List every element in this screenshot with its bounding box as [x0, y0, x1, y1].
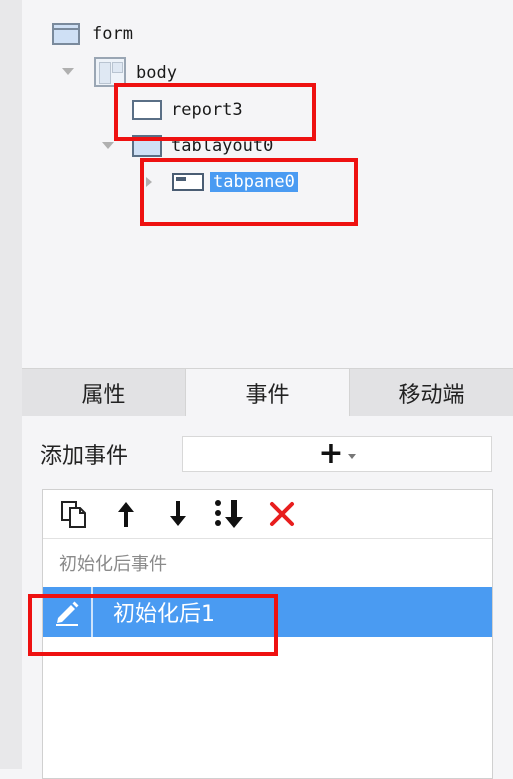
move-to-bottom-icon: [215, 500, 243, 528]
tab-properties[interactable]: 属性: [22, 369, 186, 417]
tree-node-label: body: [136, 63, 177, 83]
widget-tree: form body report3 tablayout0 tabpane0: [22, 0, 513, 368]
delete-button[interactable]: [263, 495, 301, 533]
highlight-box-event: [28, 594, 278, 656]
copy-button[interactable]: [55, 495, 93, 533]
tab-events[interactable]: 事件: [186, 369, 350, 417]
collapse-arrow-icon[interactable]: [62, 68, 74, 75]
highlight-box-tabpane0: [140, 158, 358, 226]
collapse-arrow-icon[interactable]: [102, 142, 114, 149]
move-to-bottom-button[interactable]: [211, 495, 249, 533]
move-down-button[interactable]: [159, 495, 197, 533]
highlight-box-report3: [114, 83, 316, 141]
copy-icon: [61, 501, 86, 528]
events-panel: 添加事件 + 初始化后事件 初始化后1: [22, 416, 513, 779]
add-event-label: 添加事件: [40, 444, 129, 469]
tree-node-form[interactable]: form: [52, 22, 133, 46]
form-icon: [52, 23, 80, 45]
arrow-up-icon: [118, 502, 134, 527]
plus-icon: +: [318, 436, 344, 471]
left-edge-panel: [0, 0, 23, 769]
event-group-header: 初始化后事件: [59, 554, 167, 575]
add-event-button[interactable]: +: [182, 436, 492, 472]
event-toolbar: [43, 490, 492, 539]
move-up-button[interactable]: [107, 495, 145, 533]
arrow-down-icon: [170, 501, 186, 526]
tree-node-label: form: [92, 24, 133, 44]
delete-icon: [270, 502, 294, 526]
tab-mobile[interactable]: 移动端: [350, 369, 513, 417]
property-tabs: 属性 事件 移动端: [22, 368, 513, 417]
chevron-down-icon: [347, 453, 356, 459]
